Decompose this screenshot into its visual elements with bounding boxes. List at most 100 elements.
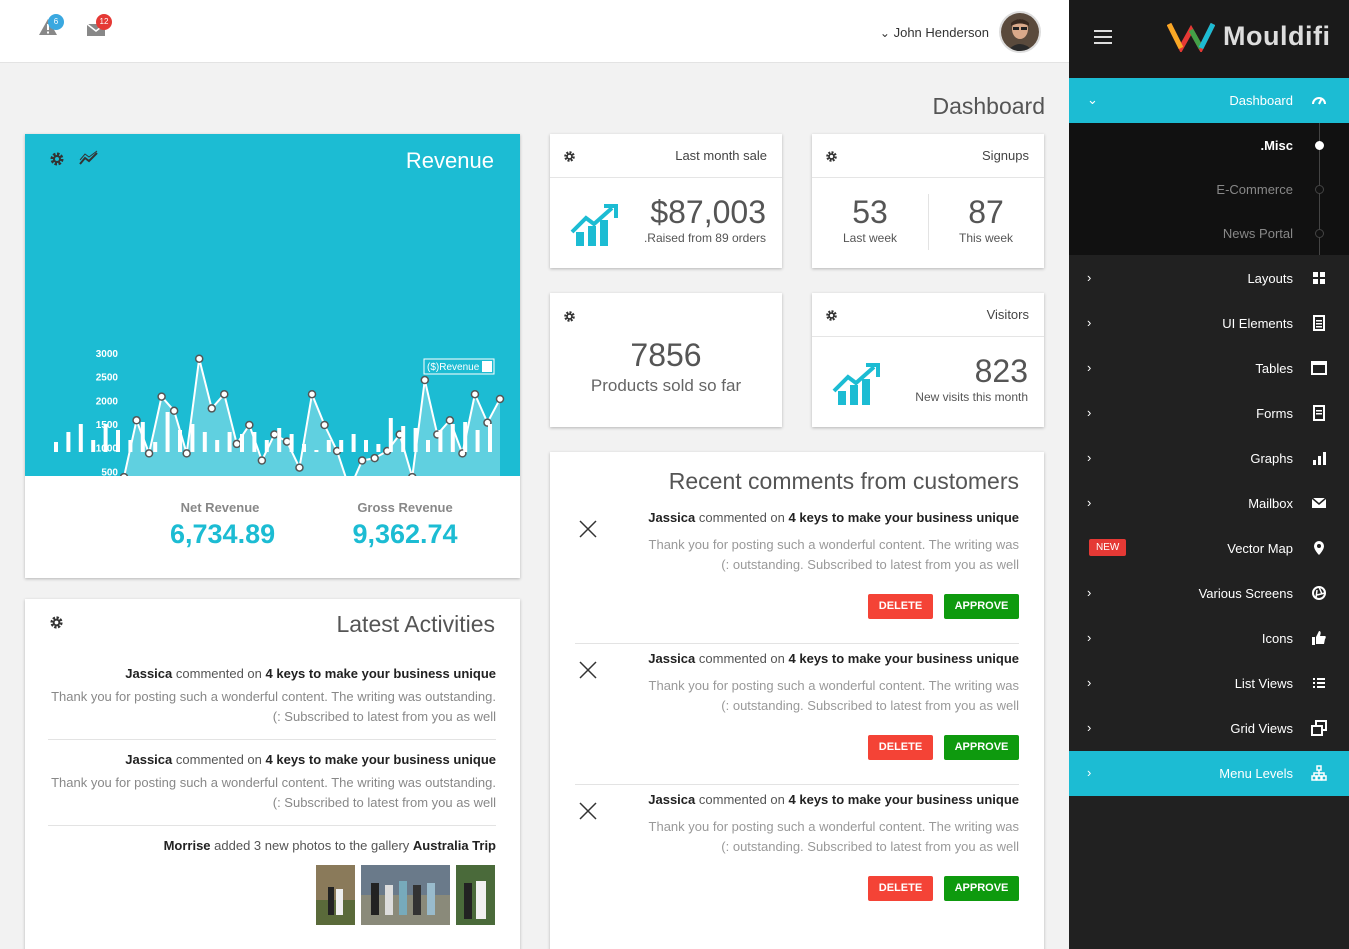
sidebar-item-tables[interactable]: › Tables bbox=[1069, 346, 1349, 391]
gear-icon[interactable] bbox=[49, 615, 64, 630]
revenue-point[interactable] bbox=[357, 456, 367, 465]
sidebar-item-menu-levels[interactable]: › Menu Levels bbox=[1069, 751, 1349, 796]
mail-button[interactable]: 12 bbox=[86, 14, 112, 38]
delete-button[interactable]: DELETE bbox=[868, 876, 933, 901]
gallery-photo[interactable] bbox=[361, 865, 450, 925]
activity-action: commented on bbox=[175, 752, 262, 767]
user-menu[interactable]: ⌄ John Henderson bbox=[880, 10, 1041, 54]
revenue-point[interactable] bbox=[132, 416, 141, 425]
sidebar-item-mailbox[interactable]: › Mailbox bbox=[1069, 481, 1349, 526]
delete-button[interactable]: DELETE bbox=[868, 735, 933, 760]
activity-item: Jassica commented on 4 keys to make your… bbox=[48, 752, 496, 813]
avatar[interactable] bbox=[999, 11, 1041, 53]
y-tick-label: 500 bbox=[101, 467, 118, 476]
revenue-point[interactable] bbox=[282, 437, 292, 446]
sidebar-item-forms[interactable]: › Forms bbox=[1069, 391, 1349, 436]
comment-user[interactable]: Jassica bbox=[648, 792, 695, 807]
spark-bar bbox=[240, 434, 244, 452]
close-icon[interactable] bbox=[579, 520, 597, 538]
approve-button[interactable]: APPROVE bbox=[944, 735, 1019, 760]
spark-bar bbox=[302, 444, 306, 452]
chevron-right-icon: › bbox=[1087, 765, 1092, 780]
gallery-photo[interactable] bbox=[316, 865, 355, 925]
comment-text-line: (: outstanding. Subscribed to latest fro… bbox=[721, 557, 1019, 572]
sidebar-item-layouts[interactable]: › Layouts bbox=[1069, 256, 1349, 301]
approve-button[interactable]: APPROVE bbox=[944, 594, 1019, 619]
menu-toggle-icon[interactable] bbox=[1094, 30, 1112, 44]
sidebar-item-grid-views[interactable]: › Grid Views bbox=[1069, 706, 1349, 751]
visitors-value: 823 bbox=[974, 353, 1028, 389]
spark-bar bbox=[475, 430, 480, 452]
revenue-point[interactable] bbox=[144, 449, 154, 458]
revenue-point[interactable] bbox=[232, 439, 242, 449]
close-icon[interactable] bbox=[579, 661, 597, 679]
revenue-point[interactable] bbox=[495, 394, 505, 404]
sidebar-item-label: UI Elements bbox=[1222, 316, 1293, 331]
sidebar-item-ui-elements[interactable]: › UI Elements bbox=[1069, 301, 1349, 346]
revenue-point[interactable] bbox=[207, 404, 216, 413]
comment-target[interactable]: 4 keys to make your business unique bbox=[789, 651, 1019, 666]
approve-button[interactable]: APPROVE bbox=[944, 876, 1019, 901]
spark-bar bbox=[376, 444, 381, 452]
delete-button[interactable]: DELETE bbox=[868, 594, 933, 619]
revenue-point[interactable] bbox=[220, 389, 229, 399]
page-title: Dashboard bbox=[932, 93, 1045, 119]
sidebar-item-various-screens[interactable]: › Various Screens bbox=[1069, 571, 1349, 616]
activity-target[interactable]: Australia Trip bbox=[413, 838, 496, 853]
sidebar-subitem-misc[interactable]: .Misc bbox=[1260, 138, 1293, 153]
sidebar-item-icons[interactable]: › Icons bbox=[1069, 616, 1349, 661]
revenue-point[interactable] bbox=[257, 456, 267, 465]
revenue-point[interactable] bbox=[320, 420, 329, 430]
alert-button[interactable]: 6 bbox=[38, 14, 64, 38]
sidebar-subitem-news-portal[interactable]: News Portal bbox=[1223, 226, 1293, 241]
sidebar-item-label: Various Screens bbox=[1198, 586, 1293, 601]
comment-target[interactable]: 4 keys to make your business unique bbox=[789, 510, 1019, 525]
revenue-point[interactable] bbox=[295, 463, 304, 472]
comment-headline: Jassica commented on 4 keys to make your… bbox=[648, 792, 1019, 807]
revenue-point[interactable] bbox=[169, 406, 179, 416]
chevron-down-icon: ⌄ bbox=[879, 25, 890, 40]
revenue-point[interactable] bbox=[270, 430, 279, 439]
gear-icon[interactable] bbox=[825, 309, 838, 322]
bar-chart-icon bbox=[1313, 452, 1326, 465]
revenue-point[interactable] bbox=[370, 453, 379, 463]
revenue-point[interactable] bbox=[307, 389, 317, 399]
revenue-point[interactable] bbox=[157, 392, 166, 401]
speedometer-icon bbox=[1312, 97, 1326, 105]
gear-icon[interactable] bbox=[825, 150, 838, 163]
revenue-point[interactable] bbox=[445, 416, 455, 425]
sidebar-subitem-ecommerce[interactable]: E-Commerce bbox=[1216, 182, 1293, 197]
revenue-point[interactable] bbox=[194, 354, 204, 363]
activity-user[interactable]: Jassica bbox=[125, 752, 172, 767]
gear-icon[interactable] bbox=[49, 151, 65, 167]
comment-target[interactable]: 4 keys to make your business unique bbox=[789, 792, 1019, 807]
sidebar-item-list-views[interactable]: › List Views bbox=[1069, 661, 1349, 706]
sidebar-item-vector-map[interactable]: NEW Vector Map bbox=[1069, 526, 1349, 571]
sale-stat: $87,003 .Raised from 89 orders bbox=[644, 194, 766, 245]
mail-count-badge: 12 bbox=[96, 14, 112, 30]
revenue-point[interactable] bbox=[420, 375, 430, 385]
trend-icon[interactable] bbox=[79, 150, 99, 166]
revenue-point[interactable] bbox=[470, 389, 480, 399]
gear-icon[interactable] bbox=[563, 150, 576, 163]
grid-icon bbox=[1313, 272, 1325, 284]
comment-user[interactable]: Jassica bbox=[648, 651, 695, 666]
sidebar-item-graphs[interactable]: › Graphs bbox=[1069, 436, 1349, 481]
gear-icon[interactable] bbox=[563, 310, 576, 323]
activity-user[interactable]: Morrise bbox=[164, 838, 211, 853]
brand-logo[interactable]: Mouldifi bbox=[1167, 20, 1330, 52]
activity-target[interactable]: 4 keys to make your business unique bbox=[266, 666, 496, 681]
activity-user[interactable]: Jassica bbox=[125, 666, 172, 681]
comment-text-line: (: outstanding. Subscribed to latest fro… bbox=[721, 698, 1019, 713]
chevron-right-icon: › bbox=[1087, 405, 1092, 420]
comment-user[interactable]: Jassica bbox=[648, 510, 695, 525]
activity-target[interactable]: 4 keys to make your business unique bbox=[266, 752, 496, 767]
card-label: Last month sale bbox=[675, 148, 767, 163]
close-icon[interactable] bbox=[579, 802, 597, 820]
map-pin-icon bbox=[1314, 541, 1324, 555]
gallery-photo[interactable] bbox=[456, 865, 495, 925]
spark-bar bbox=[351, 434, 356, 452]
revenue-point[interactable] bbox=[182, 449, 191, 458]
revenue-point[interactable] bbox=[245, 420, 254, 430]
sidebar-item-dashboard[interactable]: ⌄ Dashboard bbox=[1069, 78, 1349, 123]
